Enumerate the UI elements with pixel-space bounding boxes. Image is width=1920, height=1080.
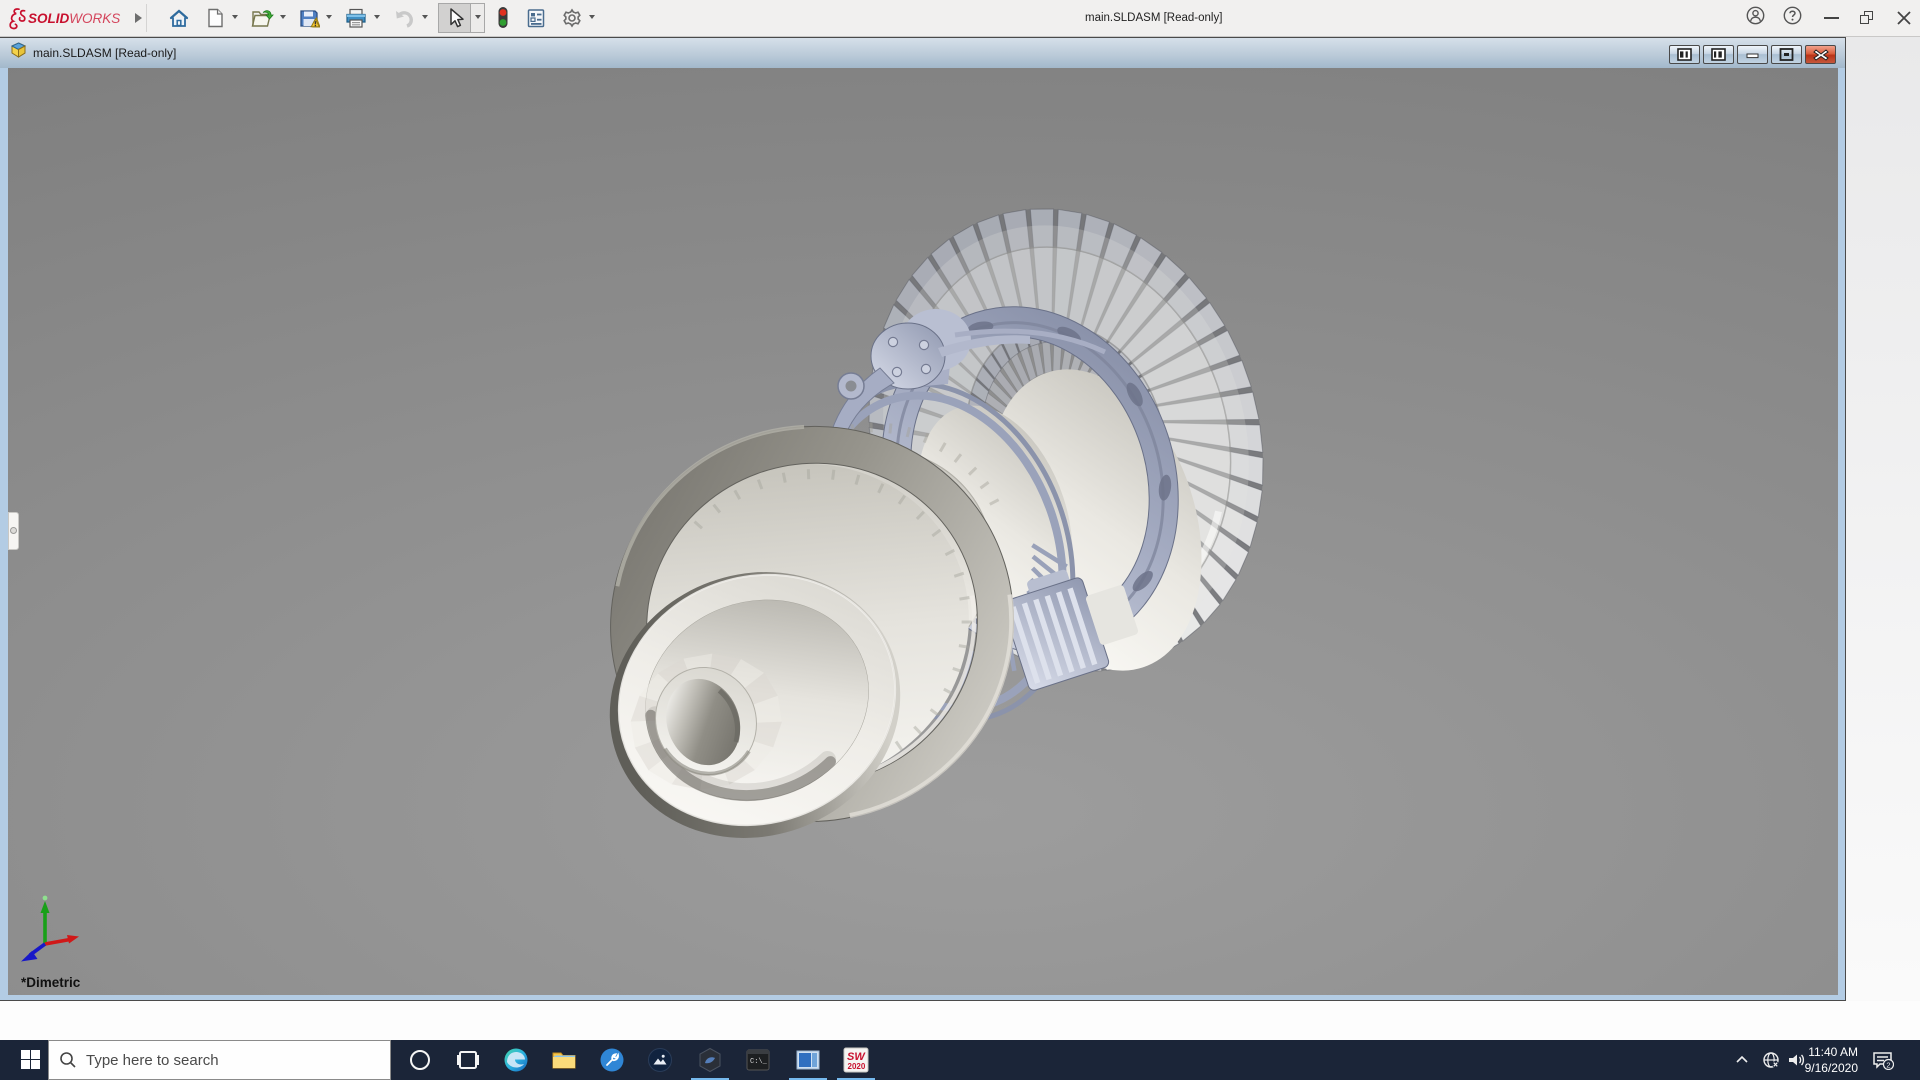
- svg-text:C:\_: C:\_: [750, 1058, 768, 1066]
- svg-text:2: 2: [1886, 1060, 1890, 1069]
- svg-text:2020: 2020: [848, 1062, 866, 1071]
